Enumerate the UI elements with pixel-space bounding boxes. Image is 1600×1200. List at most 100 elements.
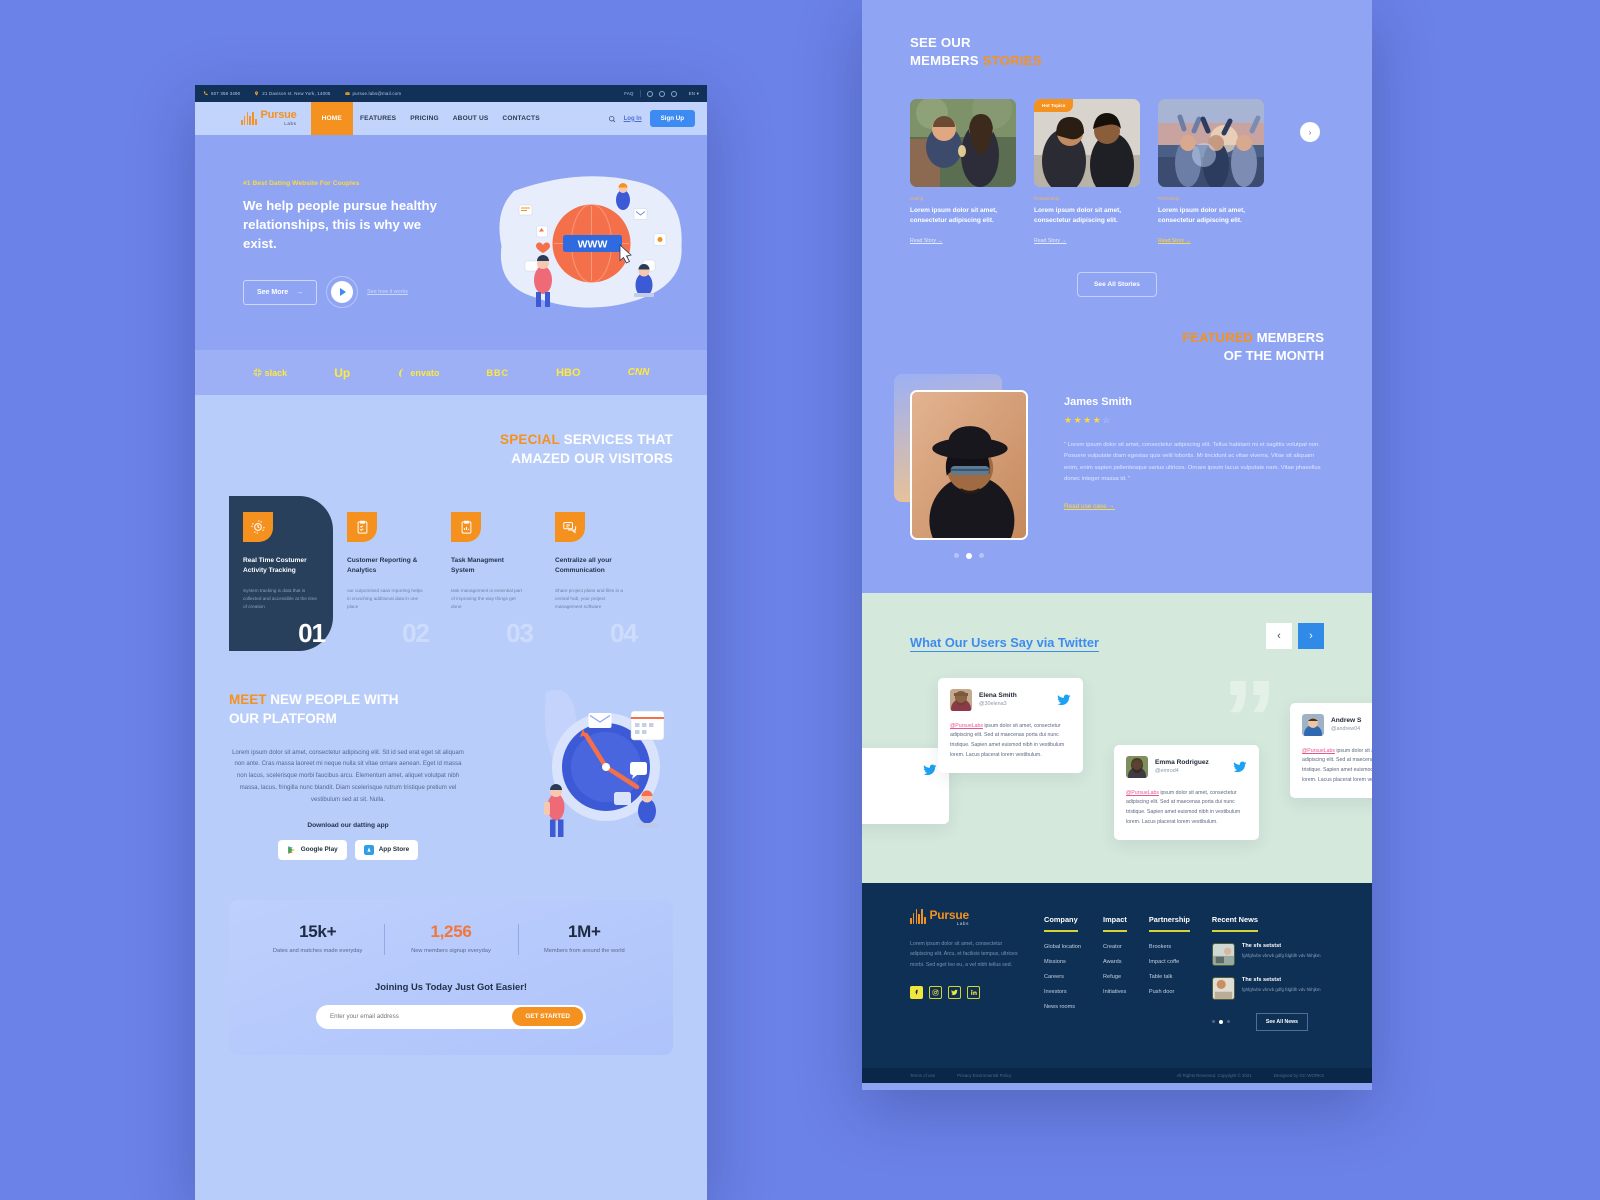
story-card-1[interactable]: Dating Lorem ipsum dolor sit amet, conse… (910, 98, 1016, 244)
footer-link[interactable]: Missions (1044, 959, 1081, 965)
help-circle-icon[interactable] (658, 90, 665, 97)
google-play-label: Google Play (300, 846, 338, 854)
language-selector[interactable]: EN ▾ (689, 91, 699, 97)
linkedin-icon[interactable] (967, 985, 980, 999)
service-desc: task management is essential part of imp… (451, 587, 523, 610)
nav-item-about-us[interactable]: ABOUT US (446, 102, 496, 135)
stat-number: 15k+ (299, 921, 337, 941)
play-video-wrap[interactable] (326, 276, 359, 309)
service-card-1[interactable]: Real Time Costumer Activity Tracking Sys… (229, 496, 333, 652)
story-card-3[interactable]: Friendship Lorem ipsum dolor sit amet, c… (1158, 98, 1264, 244)
tweet-mention[interactable]: @PursueLabs (1302, 748, 1335, 754)
stories-heading-line1: SEE OUR (910, 35, 971, 50)
read-use-case-link[interactable]: Read use case → (1064, 503, 1115, 510)
facebook-icon[interactable] (910, 985, 923, 999)
story-title: Lorem ipsum dolor sit amet, consectetur … (1158, 206, 1246, 225)
play-button[interactable] (331, 281, 354, 304)
signup-button[interactable]: Sign Up (649, 110, 695, 127)
email-text: pursue.labs@mail.com (352, 91, 402, 96)
story-card-2[interactable]: Hot Topics Relationship Lorem ipsum dolo… (1034, 98, 1140, 244)
privacy-policy-link[interactable]: Privacy Enviromental Policy (957, 1073, 1011, 1078)
footer-link[interactable]: Initiatives (1103, 989, 1127, 995)
app-store-button[interactable]: App Store (354, 839, 419, 860)
nav-item-contacts[interactable]: CONTACTS (495, 102, 546, 135)
news-dot[interactable] (1226, 1019, 1230, 1023)
footer-link[interactable]: Impact coffe (1149, 959, 1190, 965)
app-store-buttons: Google Play App Store (229, 839, 467, 860)
get-started-button[interactable]: GET STARTED (512, 1007, 583, 1027)
footer-link[interactable]: Push door (1149, 989, 1190, 995)
how-it-works-link[interactable]: See how it works (367, 289, 408, 295)
address-item[interactable]: 21 Davison st. New York, 14005 (254, 91, 330, 96)
read-story-link[interactable]: Read Story → (1158, 238, 1264, 244)
email-input[interactable] (330, 1013, 513, 1021)
see-all-news-button[interactable]: See All News (1255, 1012, 1309, 1031)
service-card-2[interactable]: Customer Reporting & Analytics our cutpo… (333, 496, 437, 651)
hero-section: #1 Best Dating Website For Couples We he… (195, 135, 707, 350)
footer-link[interactable]: Table talk (1149, 974, 1190, 980)
logo-subtitle: Labs (284, 121, 297, 127)
login-link[interactable]: Log In (624, 116, 642, 122)
phone-item[interactable]: 507 358 3490 (203, 91, 240, 96)
service-card-3[interactable]: Task Managment System task management is… (437, 496, 541, 651)
nav-item-home[interactable]: HOME (310, 102, 353, 135)
meet-heading-accent: MEET (229, 692, 267, 708)
news-dot[interactable] (1211, 1019, 1215, 1023)
tweet-card-emma[interactable]: Emma Rodriguez @emrod4 @PursueLabs ipsum… (1114, 744, 1259, 841)
tweet-card-elena[interactable]: Elena Smith @30elena3 @PursueLabs ipsum … (938, 677, 1083, 774)
news-item[interactable]: The sfs setstst fghfghvbn vbnvb gdfg fdg… (1211, 942, 1321, 966)
twitter-prev-button[interactable]: ‹ (1266, 622, 1292, 649)
envelope-icon (344, 91, 350, 95)
terms-of-use-link[interactable]: Terms of use (910, 1073, 935, 1078)
twitter-section-title[interactable]: What Our Users Say via Twitter (910, 635, 1099, 650)
tweet-mention[interactable]: @PursueLabs (1126, 790, 1159, 796)
email-item[interactable]: pursue.labs@mail.com (344, 91, 402, 96)
see-more-button[interactable]: See More → (243, 279, 318, 305)
hero-illustration: WWW (499, 176, 682, 308)
footer-link[interactable]: Awards (1103, 959, 1127, 965)
news-item[interactable]: The sfs setstst fghfghvbn vbnvb gdfg fdg… (1211, 976, 1321, 1000)
twitter-next-button[interactable]: › (1298, 622, 1324, 649)
stories-next-arrow-button[interactable]: › (1300, 122, 1320, 142)
homepage-right-panel: SEE OUR MEMBERS STORIES Dating Lorem ips… (862, 0, 1372, 1090)
stat-item-1: 15k+ Dates and matches made everyday (251, 922, 384, 957)
service-card-4[interactable]: Centralize all your Communication Share … (541, 496, 645, 651)
tweet-card-partial-left[interactable]: apienm. (862, 747, 949, 824)
info-circle-icon[interactable] (646, 90, 653, 97)
tweet-mention[interactable]: @PursueLabs (950, 723, 983, 729)
faq-link[interactable]: FAQ (624, 91, 633, 96)
footer-column-title: Company (1044, 915, 1078, 932)
chat-bubbles-icon (555, 512, 585, 543)
search-icon[interactable] (608, 115, 616, 123)
settings-circle-icon[interactable] (670, 90, 677, 97)
story-category: Dating (910, 195, 924, 201)
google-play-button[interactable]: Google Play (277, 839, 347, 860)
services-grid: Real Time Costumer Activity Tracking Sys… (229, 496, 673, 652)
see-all-stories-button[interactable]: See All Stories (1077, 271, 1157, 297)
news-dot-active[interactable] (1218, 1019, 1223, 1024)
tweet-author-name: Elena Smith (979, 692, 1017, 700)
nav-item-pricing[interactable]: PRICING (403, 102, 446, 135)
footer-logo[interactable]: Pursue Labs (910, 909, 1022, 927)
footer-link[interactable]: Refuge (1103, 974, 1127, 980)
tweet-card-andrew[interactable]: Andrew S @andrew04 @PursueLabs ipsum dol… (1290, 702, 1372, 799)
carousel-dot[interactable] (979, 552, 984, 558)
news-desc: fghfghvbn vbnvb gdfg fdgfdh vdv hkhjkm (1241, 952, 1321, 958)
footer-link[interactable]: Brookers (1149, 944, 1190, 950)
footer-link[interactable]: Global location (1044, 944, 1081, 950)
app-store-label: App Store (378, 846, 410, 854)
nav-item-features[interactable]: FEATURES (353, 102, 403, 135)
instagram-icon[interactable] (929, 985, 942, 999)
twitter-icon[interactable] (948, 985, 961, 999)
footer-link[interactable]: Careers (1044, 974, 1081, 980)
service-title: Customer Reporting & Analytics (347, 557, 418, 575)
footer-link[interactable]: News rooms (1044, 1004, 1081, 1010)
carousel-dot[interactable] (954, 552, 959, 558)
footer-link[interactable]: Creator (1103, 944, 1127, 950)
read-story-link[interactable]: Read Story → (910, 238, 1016, 244)
site-logo[interactable]: Pursue Labs (241, 102, 311, 135)
read-story-link[interactable]: Read Story → (1034, 238, 1140, 244)
footer-link[interactable]: Investors (1044, 989, 1081, 995)
story-image (1158, 98, 1264, 187)
carousel-dot-active[interactable] (966, 552, 972, 559)
